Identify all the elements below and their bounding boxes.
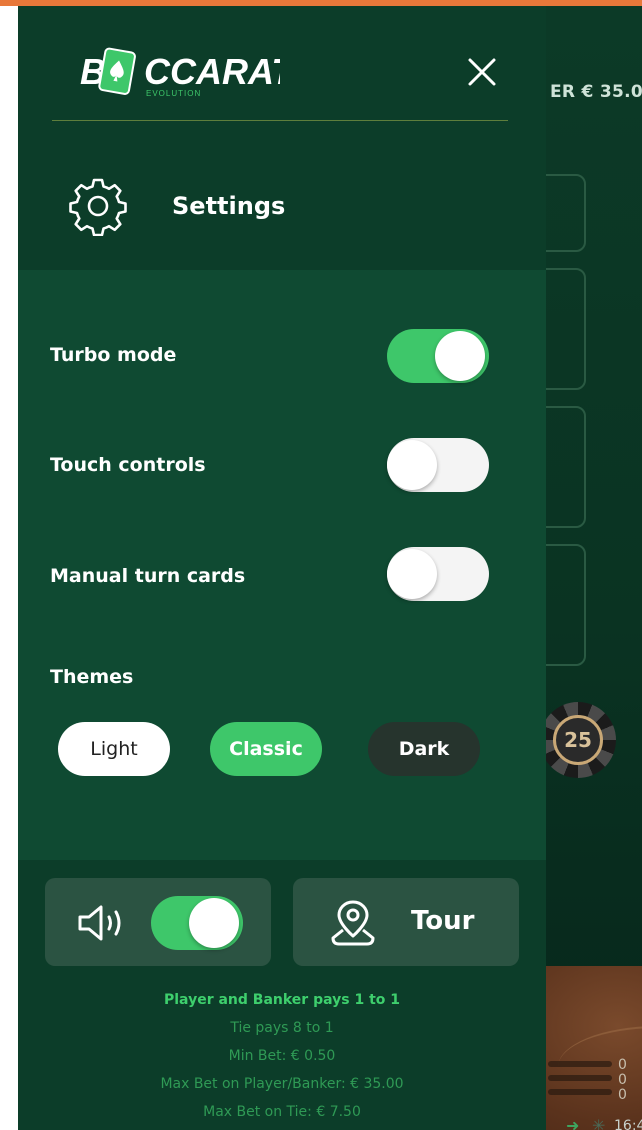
turbo-mode-label: Turbo mode xyxy=(50,344,177,366)
bg-clock: 16:49 xyxy=(614,1118,642,1130)
svg-text:EVOLUTION: EVOLUTION xyxy=(146,89,201,98)
max-bet-line: Max Bet on Player/Banker: € 35.00 xyxy=(160,1076,404,1092)
header-divider xyxy=(52,120,508,121)
manual-turn-cards-toggle[interactable] xyxy=(387,547,489,601)
bg-chip-value: 25 xyxy=(553,715,603,765)
theme-light-button[interactable]: Light xyxy=(58,722,170,776)
bg-bars xyxy=(548,1061,612,1103)
bg-max-bet-text: ER € 35.00 xyxy=(550,82,642,102)
max-bet-tie-line: Max Bet on Tie: € 7.50 xyxy=(203,1104,361,1120)
panel-header: B CCARAT EVOLUTION Settings xyxy=(18,6,546,270)
themes-label: Themes xyxy=(50,666,134,688)
payout-line: Player and Banker pays 1 to 1 xyxy=(164,992,400,1008)
reload-icon: ➜ xyxy=(566,1116,580,1130)
theme-classic-button[interactable]: Classic xyxy=(210,722,322,776)
bg-counters: 0 0 0 xyxy=(618,1057,627,1103)
turbo-mode-toggle[interactable] xyxy=(387,329,489,383)
touch-controls-toggle[interactable] xyxy=(387,438,489,492)
tour-button[interactable]: Tour xyxy=(293,878,519,966)
close-icon[interactable] xyxy=(462,52,502,92)
min-bet-line: Min Bet: € 0.50 xyxy=(228,1048,336,1064)
manual-turn-cards-label: Manual turn cards xyxy=(50,565,246,587)
settings-panel: B CCARAT EVOLUTION Settings Turbo mode T… xyxy=(18,6,546,1130)
settings-title: Settings xyxy=(172,192,286,220)
baccarat-logo: B CCARAT EVOLUTION xyxy=(80,47,280,98)
tour-label: Tour xyxy=(411,906,475,936)
payout-line: Tie pays 8 to 1 xyxy=(230,1020,334,1036)
theme-dark-button[interactable]: Dark xyxy=(368,722,480,776)
toggle-knob xyxy=(387,440,437,490)
settings-heading: Settings xyxy=(68,174,285,238)
touch-controls-label: Touch controls xyxy=(50,454,206,476)
location-pin-icon xyxy=(331,900,375,946)
svg-text:CCARAT: CCARAT xyxy=(144,51,280,92)
speaker-icon[interactable] xyxy=(77,903,129,943)
toggle-knob xyxy=(387,549,437,599)
sound-card xyxy=(45,878,271,966)
toggle-knob xyxy=(435,331,485,381)
bg-chip: 25 xyxy=(540,702,616,778)
sound-toggle[interactable] xyxy=(151,896,243,950)
toggle-knob xyxy=(189,898,239,948)
star-icon: ✳ xyxy=(592,1116,606,1130)
payout-info: Player and Banker pays 1 to 1 Tie pays 8… xyxy=(18,986,546,1126)
gear-icon xyxy=(69,178,127,236)
